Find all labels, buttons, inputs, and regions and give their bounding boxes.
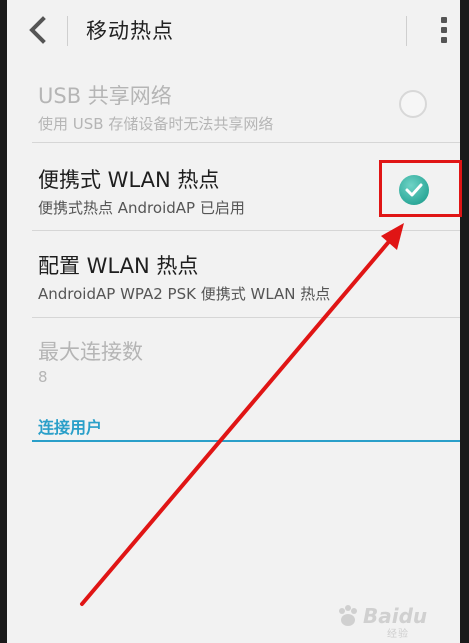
- paw-icon: [339, 605, 357, 626]
- annotation-arrow-icon: [80, 223, 404, 606]
- watermark-logo: Baidu 经验: [335, 598, 455, 640]
- watermark-subtext: 经验: [387, 629, 409, 640]
